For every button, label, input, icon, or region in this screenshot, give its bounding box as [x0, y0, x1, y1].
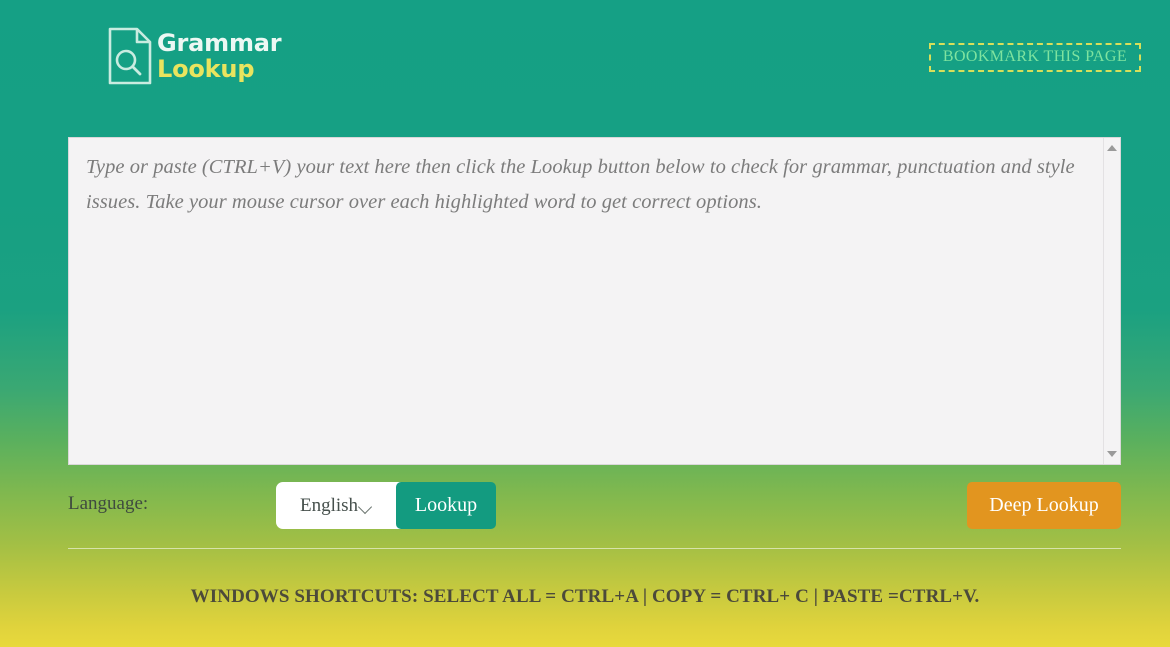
text-input-body[interactable]: Type or paste (CTRL+V) your text here th…	[69, 138, 1103, 464]
controls-row: Language: English Lookup Deep Lookup	[68, 482, 1121, 530]
lookup-button[interactable]: Lookup	[396, 482, 496, 529]
logo-line-grammar: Grammar	[157, 29, 282, 57]
logo-wordmark: Grammar Lookup	[157, 29, 282, 83]
site-logo[interactable]: Grammar Lookup	[107, 27, 282, 85]
bookmark-this-page-button[interactable]: BOOKMARK THIS PAGE	[928, 43, 1141, 72]
deep-lookup-button[interactable]: Deep Lookup	[967, 482, 1121, 529]
scroll-up-arrow-icon[interactable]	[1107, 145, 1117, 151]
document-search-icon	[107, 27, 153, 85]
page-root: Grammar Lookup BOOKMARK THIS PAGE Type o…	[0, 0, 1170, 647]
editor-scrollbar[interactable]	[1103, 138, 1120, 464]
text-input-area[interactable]: Type or paste (CTRL+V) your text here th…	[68, 137, 1121, 465]
text-input-placeholder: Type or paste (CTRL+V) your text here th…	[86, 156, 1075, 213]
windows-shortcuts-note: WINDOWS SHORTCUTS: SELECT ALL = CTRL+A |…	[190, 586, 980, 607]
language-select-wrapper[interactable]: English	[172, 482, 491, 529]
scroll-down-arrow-icon[interactable]	[1107, 451, 1117, 457]
language-label: Language:	[68, 493, 149, 514]
site-header: Grammar Lookup BOOKMARK THIS PAGE	[0, 0, 1170, 115]
logo-line-lookup: Lookup	[157, 55, 255, 83]
footer-divider	[68, 548, 1121, 549]
